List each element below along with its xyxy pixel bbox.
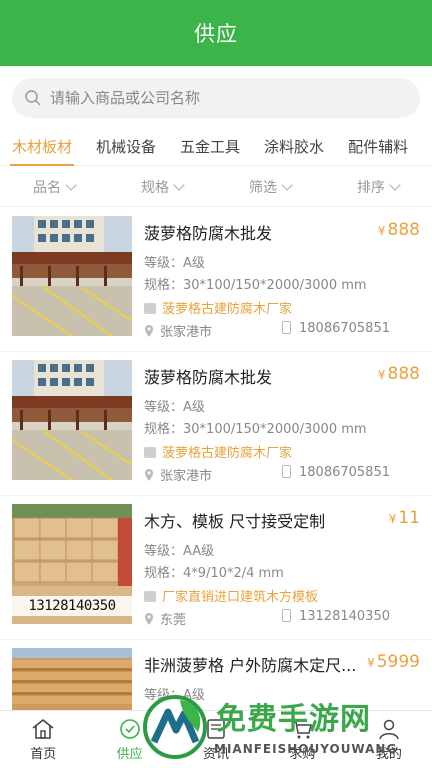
search-icon (25, 90, 41, 106)
company-name[interactable]: 厂家直销进口建筑木方模板 (144, 586, 318, 605)
list-item[interactable]: 菠萝格防腐木批发 ¥888 等级：A级 规格：30*100/150*2000/3… (0, 352, 432, 496)
search-input[interactable] (50, 89, 390, 107)
filter-label: 筛选 (249, 179, 277, 196)
product-location: 张家港市 (144, 465, 212, 484)
image-caption: 13128140350 (28, 598, 116, 614)
location-pin-icon (145, 469, 153, 481)
chevron-down-icon (389, 178, 401, 191)
product-title: 非洲菠萝格 户外防腐木定尺... (144, 656, 357, 675)
product-image (12, 360, 132, 480)
list-item[interactable]: 菠萝格防腐木批发 ¥888 等级：A级 规格：30*100/150*2000/3… (0, 208, 432, 352)
product-title: 木方、模板 尺寸接受定制 (144, 512, 326, 531)
filter-label: 规格 (141, 179, 169, 196)
product-price: ¥5999 (367, 652, 420, 672)
nav-home[interactable]: 首页 (0, 711, 86, 768)
nav-label: 首页 (30, 747, 57, 762)
product-title: 菠萝格防腐木批发 (144, 224, 273, 243)
filter-screen[interactable]: 筛选 (216, 167, 324, 206)
phone-icon (282, 321, 291, 334)
tab-wood-boards[interactable]: 木材板材 (0, 128, 84, 166)
product-grade: 等级：AA级 (144, 544, 215, 559)
category-tabs: 木材板材 机械设备 五金工具 涂料胶水 配件辅料 (0, 128, 432, 166)
nav-supply[interactable]: 供应 (86, 711, 172, 768)
product-spec: 规格：30*100/150*2000/3000 mm (144, 278, 367, 293)
tab-accessories[interactable]: 配件辅料 (336, 128, 420, 166)
company-icon (144, 591, 156, 602)
contact-phone[interactable]: 18086705851 (282, 321, 390, 336)
tab-machinery[interactable]: 机械设备 (84, 128, 168, 166)
nav-label: 求购 (289, 747, 316, 762)
tab-paint-glue[interactable]: 涂料胶水 (252, 128, 336, 166)
product-price: ¥11 (388, 508, 420, 528)
filter-spec[interactable]: 规格 (108, 167, 216, 206)
product-grade: 等级：A级 (144, 400, 205, 415)
product-location: 张家港市 (144, 321, 212, 340)
product-location: 东莞 (144, 609, 186, 628)
phone-icon (282, 465, 291, 478)
filter-sort[interactable]: 排序 (324, 167, 432, 206)
location-pin-icon (145, 613, 153, 625)
product-spec: 规格：4*9/10*2/4 mm (144, 566, 284, 581)
nav-profile[interactable]: 我的 (346, 711, 432, 768)
filter-bar: 品名 规格 筛选 排序 (0, 167, 432, 207)
home-icon (32, 718, 54, 739)
news-icon (207, 719, 225, 739)
product-image (12, 216, 132, 336)
nav-buy[interactable]: 求购 (259, 711, 345, 768)
contact-phone[interactable]: 13128140350 (282, 609, 390, 624)
product-spec: 规格：30*100/150*2000/3000 mm (144, 422, 367, 437)
nav-label: 我的 (375, 747, 402, 762)
chevron-down-icon (281, 178, 293, 191)
product-grade: 等级：A级 (144, 256, 205, 271)
location-pin-icon (145, 325, 153, 337)
contact-phone[interactable]: 18086705851 (282, 465, 390, 480)
page-title: 供应 (194, 22, 238, 46)
phone-icon (282, 609, 291, 622)
search-bar[interactable] (12, 78, 420, 118)
profile-icon (379, 719, 399, 740)
nav-label: 供应 (116, 747, 143, 762)
chevron-down-icon (173, 178, 185, 191)
filter-label: 排序 (357, 179, 385, 196)
chevron-down-icon (65, 178, 77, 191)
buy-icon (293, 721, 313, 739)
product-price: ¥888 (377, 364, 420, 384)
filter-product-name[interactable]: 品名 (0, 167, 108, 206)
product-price: ¥888 (377, 220, 420, 240)
nav-label: 资讯 (203, 747, 230, 762)
product-grade: 等级：A级 (144, 688, 205, 703)
product-title: 菠萝格防腐木批发 (144, 368, 273, 387)
product-list: 菠萝格防腐木批发 ¥888 等级：A级 规格：30*100/150*2000/3… (0, 208, 432, 768)
tab-hardware-tools[interactable]: 五金工具 (168, 128, 252, 166)
product-image: 13128140350 (12, 504, 132, 624)
app-header: 供应 (0, 0, 432, 66)
company-name[interactable]: 菠萝格古建防腐木厂家 (144, 298, 292, 317)
filter-label: 品名 (33, 179, 61, 196)
nav-news[interactable]: 资讯 (173, 711, 259, 768)
list-item[interactable]: 13128140350 木方、模板 尺寸接受定制 ¥11 等级：AA级 规格：4… (0, 496, 432, 640)
company-icon (144, 303, 156, 314)
company-icon (144, 447, 156, 458)
bottom-nav: 首页 供应 资讯 求购 我的 (0, 710, 432, 768)
supply-icon (119, 719, 140, 739)
company-name[interactable]: 菠萝格古建防腐木厂家 (144, 442, 292, 461)
